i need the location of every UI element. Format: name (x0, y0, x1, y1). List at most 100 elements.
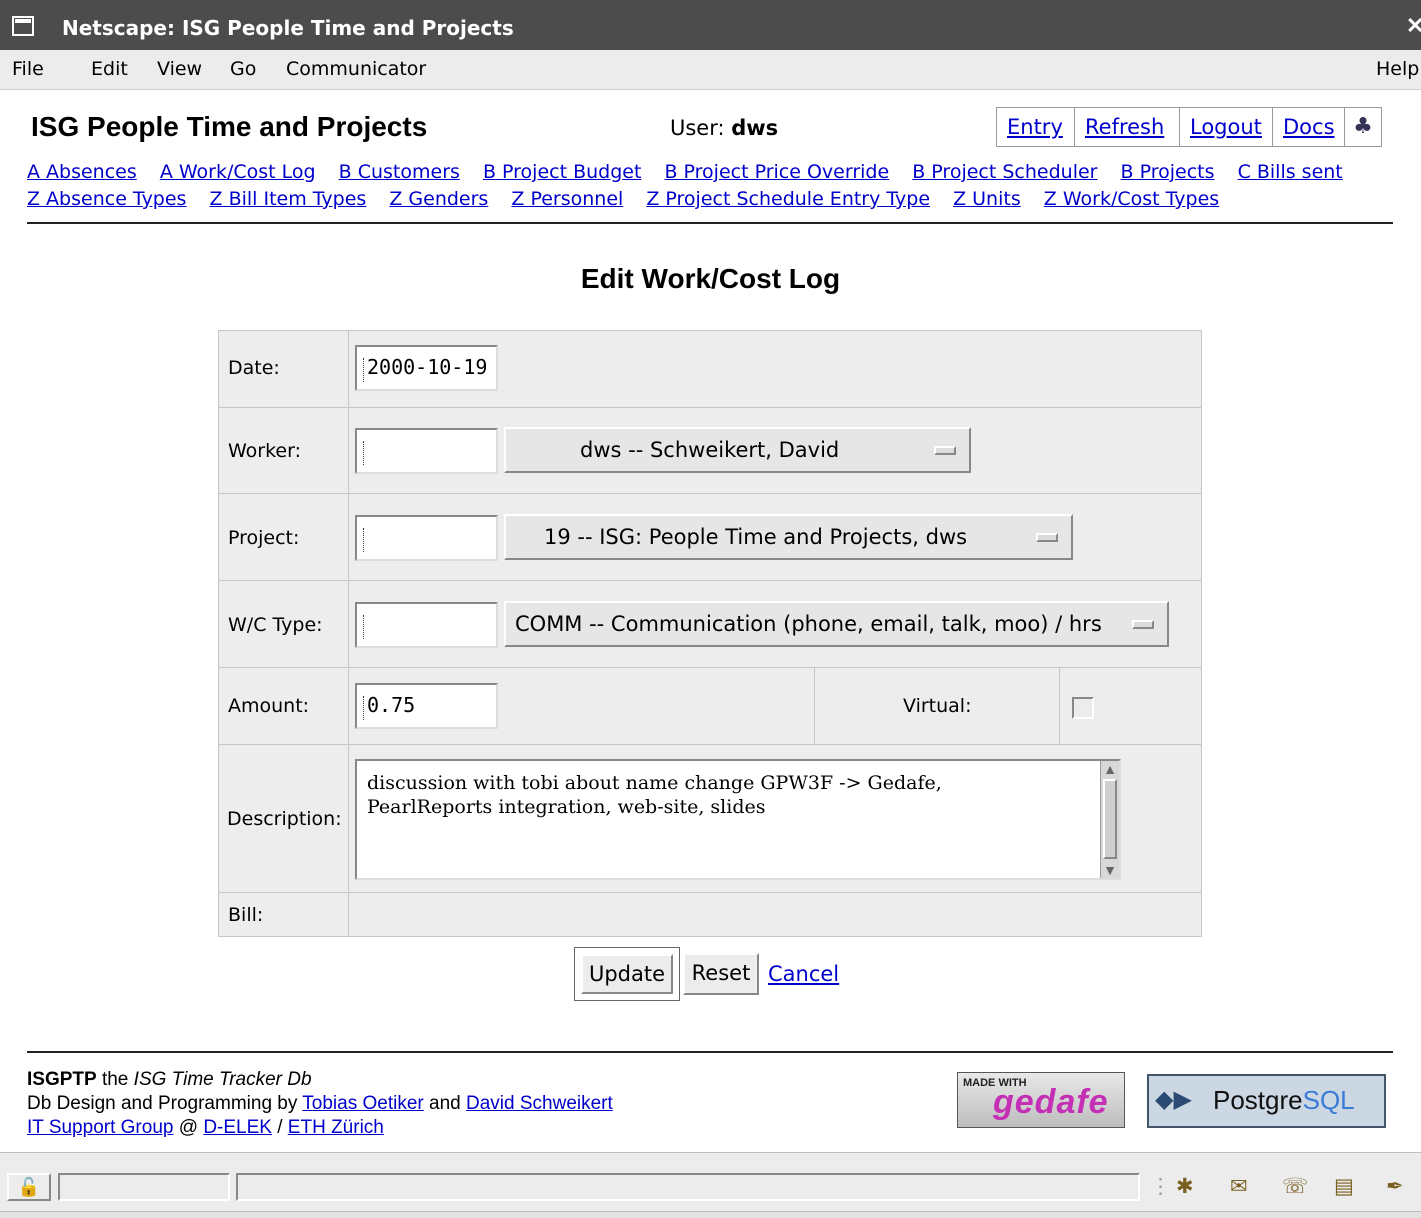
wc-type-select[interactable]: COMM -- Communication (phone, email, tal… (504, 601, 1169, 647)
footer: ISGPTP the ISG Time Tracker Db Db Design… (27, 1068, 613, 1140)
menu-bar: File Edit View Go Communicator Help (0, 50, 1421, 90)
nav-row-2: Z Absence Types Z Bill Item Types Z Gend… (27, 188, 1236, 210)
footer-at: @ (173, 1117, 204, 1138)
bill-value-cell (348, 892, 1202, 937)
window-title-bar: Netscape: ISG People Time and Projects ✕ (0, 0, 1421, 50)
elephant-icon: ◆▶ (1155, 1086, 1192, 1113)
status-bar: 🔓 ⋮ ✱ ✉ ☏ ▤ ✒ (0, 1152, 1421, 1218)
date-label: Date: (228, 357, 280, 379)
virtual-label: Virtual: (903, 695, 972, 717)
project-select-value: 19 -- ISG: People Time and Projects, dws (544, 525, 968, 549)
composer-icon[interactable]: ▤ (1334, 1174, 1354, 1199)
footer-app-short: ISGPTP (27, 1069, 97, 1090)
window-title: Netscape: ISG People Time and Projects (62, 16, 514, 40)
project-select[interactable]: 19 -- ISG: People Time and Projects, dws (504, 514, 1073, 560)
window-menu-button[interactable] (12, 16, 34, 36)
footer-and: and (423, 1093, 467, 1114)
amount-label: Amount: (228, 695, 310, 717)
author-link-david[interactable]: David Schweikert (466, 1093, 613, 1114)
lock-icon[interactable]: 🔓 (7, 1173, 51, 1201)
dropdown-indicator-icon (1132, 620, 1154, 629)
mozilla-lizard-icon[interactable]: ♣ (1345, 108, 1381, 146)
header-divider (27, 222, 1393, 224)
user-indicator: User: dws (670, 116, 778, 140)
footer-line-1: ISGPTP the ISG Time Tracker Db (27, 1068, 613, 1092)
gedafe-logo[interactable]: MADE WITH gedafe (957, 1072, 1125, 1128)
edit-icon[interactable]: ✒ (1386, 1174, 1404, 1199)
worker-select[interactable]: dws -- Schweikert, David (504, 427, 971, 473)
scroll-thumb[interactable] (1103, 779, 1117, 859)
sql-text: SQL (1302, 1085, 1355, 1115)
progress-field (58, 1173, 230, 1201)
chat-icon[interactable]: ☏ (1282, 1174, 1308, 1199)
nav-link-projects[interactable]: B Projects (1121, 161, 1215, 183)
description-text: discussion with tobi about name change G… (367, 772, 942, 818)
scroll-up-icon[interactable]: ▲ (1101, 761, 1119, 777)
docs-link[interactable]: Docs (1273, 108, 1345, 146)
nav-link-bill-item-types[interactable]: Z Bill Item Types (210, 188, 367, 210)
page-content: ISG People Time and Projects User: dws E… (0, 90, 1421, 1152)
d-elek-link[interactable]: D-ELEK (203, 1117, 272, 1138)
footer-the: the (96, 1069, 134, 1090)
entry-link[interactable]: Entry (997, 108, 1075, 146)
virtual-checkbox[interactable] (1072, 697, 1094, 719)
date-input[interactable]: 2000-10-19 (355, 345, 498, 391)
menu-view[interactable]: View (157, 58, 202, 80)
footer-divider (27, 1051, 1393, 1053)
nav-link-project-schedule-entry-type[interactable]: Z Project Schedule Entry Type (646, 188, 930, 210)
menu-file[interactable]: File (12, 58, 44, 80)
nav-row-1: A Absences A Work/Cost Log B Customers B… (27, 161, 1360, 183)
menu-edit[interactable]: Edit (91, 58, 128, 80)
user-name: dws (731, 116, 779, 140)
window-close-icon[interactable]: ✕ (1406, 13, 1421, 39)
postgresql-logo[interactable]: ◆▶ PostgreSQL (1147, 1074, 1386, 1128)
app-title: ISG People Time and Projects (31, 111, 428, 142)
grip-icon: ⋮ (1150, 1175, 1171, 1198)
nav-link-personnel[interactable]: Z Personnel (511, 188, 623, 210)
description-textarea[interactable]: discussion with tobi about name change G… (355, 759, 1121, 880)
wc-type-search-input[interactable] (355, 602, 498, 648)
nav-link-project-budget[interactable]: B Project Budget (483, 161, 641, 183)
wc-type-label: W/C Type: (228, 614, 323, 636)
nav-link-work-cost-types[interactable]: Z Work/Cost Types (1044, 188, 1219, 210)
menu-go[interactable]: Go (230, 58, 256, 80)
nav-link-genders[interactable]: Z Genders (389, 188, 488, 210)
nav-link-bills-sent[interactable]: C Bills sent (1238, 161, 1343, 183)
worker-search-input[interactable] (355, 428, 498, 474)
menu-communicator[interactable]: Communicator (286, 58, 426, 80)
eth-zurich-link[interactable]: ETH Zürich (288, 1117, 384, 1138)
menu-help[interactable]: Help (1376, 58, 1419, 80)
description-scrollbar[interactable]: ▲ ▼ (1100, 761, 1119, 878)
footer-app-long: ISG Time Tracker Db (133, 1069, 312, 1090)
footer-line-2: Db Design and Programming by Tobias Oeti… (27, 1092, 613, 1116)
nav-link-project-scheduler[interactable]: B Project Scheduler (912, 161, 1097, 183)
network-icon[interactable]: ✱ (1176, 1174, 1194, 1199)
update-button[interactable]: Update (574, 947, 680, 1001)
worker-label: Worker: (228, 440, 302, 462)
project-search-input[interactable] (355, 515, 498, 561)
nav-link-work-cost-log[interactable]: A Work/Cost Log (160, 161, 316, 183)
amount-input[interactable]: 0.75 (355, 683, 498, 729)
refresh-link[interactable]: Refresh (1075, 108, 1180, 146)
status-message-field (236, 1173, 1140, 1201)
user-label: User: (670, 116, 732, 140)
nav-link-customers[interactable]: B Customers (339, 161, 460, 183)
cancel-link[interactable]: Cancel (768, 962, 839, 986)
top-button-bar: Entry Refresh Logout Docs ♣ (996, 107, 1382, 147)
bill-label: Bill: (228, 904, 264, 926)
nav-link-project-price-override[interactable]: B Project Price Override (664, 161, 889, 183)
worker-select-value: dws -- Schweikert, David (580, 438, 840, 462)
dropdown-indicator-icon (1036, 533, 1058, 542)
it-support-group-link[interactable]: IT Support Group (27, 1117, 173, 1138)
reset-button[interactable]: Reset (683, 953, 759, 995)
project-label: Project: (228, 527, 300, 549)
author-link-tobias[interactable]: Tobias Oetiker (302, 1093, 423, 1114)
wc-type-select-value: COMM -- Communication (phone, email, tal… (515, 612, 1102, 636)
form-title: Edit Work/Cost Log (580, 263, 841, 294)
nav-link-units[interactable]: Z Units (953, 188, 1021, 210)
mail-icon[interactable]: ✉ (1230, 1174, 1248, 1199)
logout-link[interactable]: Logout (1180, 108, 1273, 146)
nav-link-absence-types[interactable]: Z Absence Types (27, 188, 186, 210)
nav-link-absences[interactable]: A Absences (27, 161, 137, 183)
scroll-down-icon[interactable]: ▼ (1101, 862, 1119, 878)
